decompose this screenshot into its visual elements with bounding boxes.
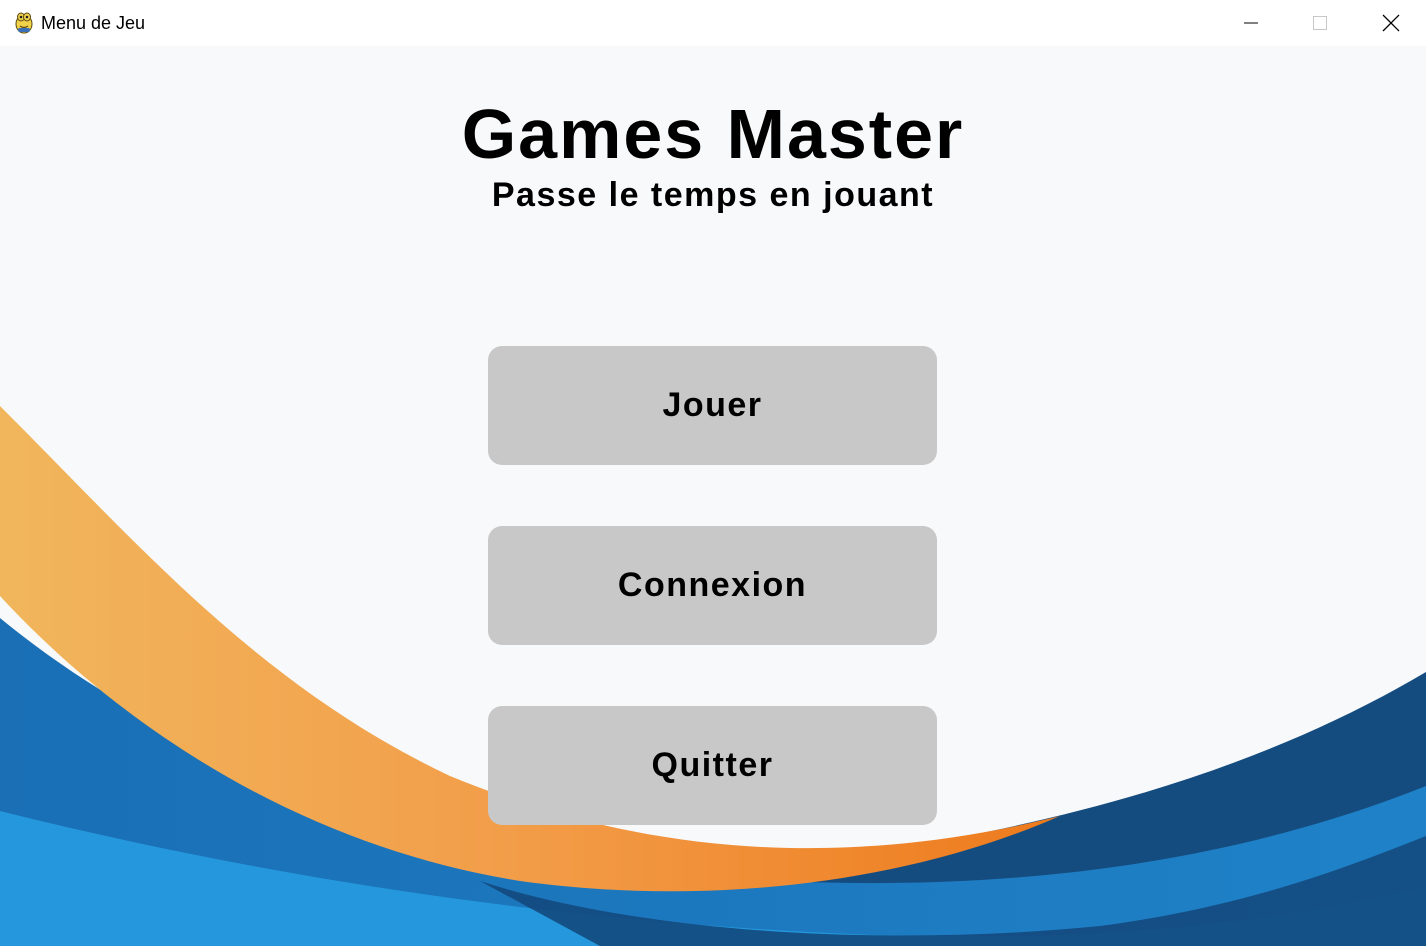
minimize-button[interactable] [1216, 0, 1285, 46]
maximize-icon [1312, 15, 1328, 31]
quit-button[interactable]: Quitter [488, 706, 937, 825]
title-bar[interactable]: Menu de Jeu [0, 0, 1426, 46]
game-window: Menu de Jeu Games Master Passe le temps … [0, 0, 1426, 946]
close-button[interactable] [1356, 0, 1425, 46]
maximize-button[interactable] [1285, 0, 1354, 46]
login-button[interactable]: Connexion [488, 526, 937, 645]
python-snake-icon [12, 10, 36, 34]
window-title: Menu de Jeu [41, 13, 146, 33]
menu-canvas: Games Master Passe le temps en jouant Jo… [0, 46, 1426, 946]
play-button[interactable]: Jouer [488, 346, 937, 465]
close-icon [1382, 14, 1400, 32]
game-subtitle: Passe le temps en jouant [491, 176, 935, 214]
game-title: Games Master [461, 95, 965, 173]
minimize-icon [1243, 15, 1259, 31]
